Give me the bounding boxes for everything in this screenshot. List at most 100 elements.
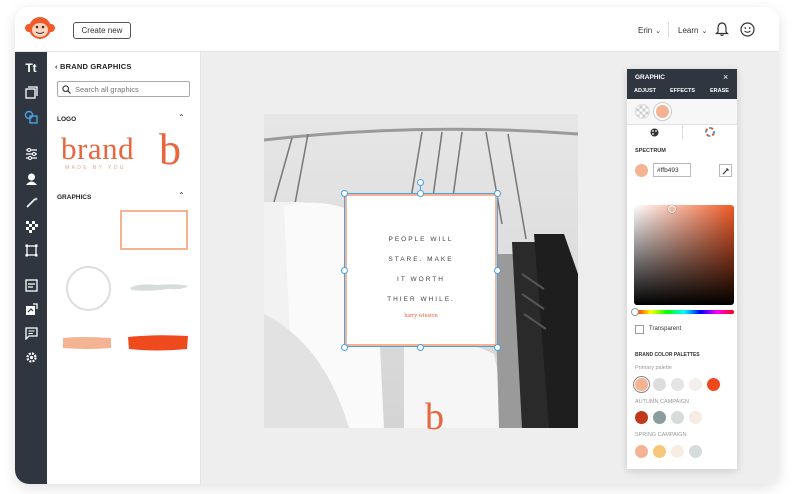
graphic-panel-header: GRAPHIC × ADJUST EFFECTS ERASE bbox=[627, 69, 737, 99]
user-menu[interactable]: Erin ⌄ bbox=[638, 26, 661, 35]
search-icon bbox=[62, 84, 71, 94]
graphic-gray-brushstroke[interactable] bbox=[128, 280, 190, 294]
picker-cursor[interactable] bbox=[668, 205, 676, 213]
graphic-red-brushstroke[interactable] bbox=[126, 333, 190, 353]
color-swatch[interactable] bbox=[671, 378, 684, 391]
graphics-section-label: GRAPHICS bbox=[57, 194, 92, 201]
brand-graphics-panel: ‹ BRAND GRAPHICS LOGO ⌃ brand MADE BY YO… bbox=[47, 52, 201, 484]
texture-icon[interactable] bbox=[22, 217, 40, 235]
resize-handle-top[interactable] bbox=[417, 190, 424, 197]
tab-adjust[interactable]: ADJUST bbox=[634, 88, 656, 94]
tab-erase[interactable]: ERASE bbox=[710, 88, 729, 94]
tab-effects[interactable]: EFFECTS bbox=[670, 88, 695, 94]
color-swatch[interactable] bbox=[689, 445, 702, 458]
color-swatch[interactable] bbox=[633, 376, 650, 393]
users-icon[interactable] bbox=[22, 169, 40, 187]
brand-palettes-label: BRAND COLOR PALETTES bbox=[635, 352, 700, 358]
hue-slider-thumb[interactable] bbox=[631, 308, 639, 316]
settings-icon[interactable] bbox=[22, 348, 40, 366]
spectrum-label: SPECTRUM bbox=[635, 148, 666, 154]
hex-color-input[interactable]: #ffb493 bbox=[653, 163, 691, 177]
current-color-row bbox=[627, 99, 737, 125]
search-box[interactable] bbox=[57, 81, 190, 97]
transparent-label: Transparent bbox=[649, 326, 682, 332]
bell-icon[interactable] bbox=[715, 22, 729, 37]
color-mode-tabs bbox=[627, 125, 737, 140]
transparent-checkbox[interactable] bbox=[635, 325, 644, 334]
hue-slider[interactable] bbox=[634, 310, 734, 314]
palette-name: AUTUMN CAMPAIGN bbox=[635, 399, 689, 405]
frame-icon[interactable] bbox=[22, 241, 40, 259]
palette-swatches bbox=[635, 411, 702, 424]
quote-author[interactable]: harry winston bbox=[347, 313, 495, 319]
magic-wand-icon[interactable] bbox=[22, 193, 40, 211]
resize-handle-top-right[interactable] bbox=[494, 190, 501, 197]
smiley-icon[interactable] bbox=[740, 22, 755, 37]
resize-handle-right[interactable] bbox=[494, 267, 501, 274]
brand-logo-word[interactable]: brand bbox=[61, 131, 134, 167]
brand-logo-tagline: MADE BY YOU bbox=[65, 165, 126, 171]
brand-logo-letter[interactable]: b bbox=[159, 124, 181, 175]
resize-handle-left[interactable] bbox=[341, 267, 348, 274]
designs-icon[interactable] bbox=[22, 276, 40, 294]
photos-icon[interactable] bbox=[22, 83, 40, 101]
chevron-down-icon: ⌄ bbox=[701, 27, 708, 35]
saturation-picker[interactable] bbox=[634, 205, 734, 305]
comment-icon[interactable] bbox=[22, 324, 40, 342]
resize-handle-bottom[interactable] bbox=[417, 344, 424, 351]
quote-graphic[interactable]: PEOPLE WILL STARE. MAKE IT WORTH THIER W… bbox=[344, 193, 498, 347]
transparent-swatch[interactable] bbox=[635, 104, 650, 119]
color-swatch[interactable] bbox=[707, 378, 720, 391]
current-color-swatch bbox=[635, 164, 648, 177]
graphic-properties-panel: GRAPHIC × ADJUST EFFECTS ERASE SPECTRUM … bbox=[627, 69, 737, 469]
graphic-panel-title: GRAPHIC bbox=[635, 74, 665, 81]
color-swatch[interactable] bbox=[689, 411, 702, 424]
color-swatch[interactable] bbox=[635, 445, 648, 458]
resize-handle-top-left[interactable] bbox=[341, 190, 348, 197]
canvas-logo-letter[interactable]: b bbox=[425, 400, 444, 434]
chevron-up-icon[interactable]: ⌃ bbox=[178, 113, 185, 122]
graphic-rectangle-frame[interactable] bbox=[120, 210, 188, 250]
text-icon[interactable]: Tt bbox=[22, 59, 40, 77]
color-swatch[interactable] bbox=[653, 378, 666, 391]
rotate-handle-stem bbox=[420, 185, 421, 191]
color-swatch[interactable] bbox=[653, 445, 666, 458]
palette-icon[interactable] bbox=[627, 125, 682, 140]
palette-name: Primary palette bbox=[635, 365, 672, 371]
graphic-peach-brushstroke[interactable] bbox=[61, 335, 113, 351]
selected-color-swatch[interactable] bbox=[653, 102, 672, 121]
panel-title[interactable]: ‹ BRAND GRAPHICS bbox=[55, 62, 132, 71]
palette-name: SPRING CAMPAIGN bbox=[635, 432, 687, 438]
adjust-icon[interactable] bbox=[22, 145, 40, 163]
divider bbox=[668, 22, 669, 38]
monkey-logo-icon[interactable] bbox=[25, 15, 55, 41]
app-window: Create new Erin ⌄ Learn ⌄ Tt ‹ BRAND GRA… bbox=[15, 7, 779, 484]
color-swatch[interactable] bbox=[671, 411, 684, 424]
resize-handle-bottom-left[interactable] bbox=[341, 344, 348, 351]
chevron-down-icon: ⌄ bbox=[655, 27, 662, 35]
create-new-button[interactable]: Create new bbox=[73, 22, 131, 39]
color-swatch[interactable] bbox=[689, 378, 702, 391]
graphics-icon[interactable] bbox=[22, 108, 40, 126]
palette-swatches bbox=[635, 445, 702, 458]
logo-section-label: LOGO bbox=[57, 116, 77, 123]
close-icon[interactable]: × bbox=[723, 72, 728, 82]
palette-swatches bbox=[633, 376, 720, 393]
upload-icon[interactable] bbox=[22, 300, 40, 318]
chevron-left-icon[interactable]: ‹ bbox=[55, 62, 58, 71]
user-name: Erin bbox=[638, 26, 653, 35]
learn-menu[interactable]: Learn ⌄ bbox=[678, 26, 707, 35]
color-swatch[interactable] bbox=[635, 411, 648, 424]
color-wheel-icon[interactable] bbox=[682, 125, 737, 140]
resize-handle-bottom-right[interactable] bbox=[494, 344, 501, 351]
search-input[interactable] bbox=[75, 84, 185, 94]
eyedropper-icon[interactable] bbox=[719, 164, 732, 177]
graphic-circle-frame[interactable] bbox=[66, 266, 111, 311]
learn-label: Learn bbox=[678, 26, 699, 35]
quote-text[interactable]: PEOPLE WILL STARE. MAKE IT WORTH THIER W… bbox=[347, 230, 495, 310]
color-swatch[interactable] bbox=[671, 445, 684, 458]
top-bar: Create new Erin ⌄ Learn ⌄ bbox=[15, 7, 779, 52]
chevron-up-icon[interactable]: ⌃ bbox=[178, 191, 185, 200]
tool-rail: Tt bbox=[15, 52, 47, 484]
color-swatch[interactable] bbox=[653, 411, 666, 424]
